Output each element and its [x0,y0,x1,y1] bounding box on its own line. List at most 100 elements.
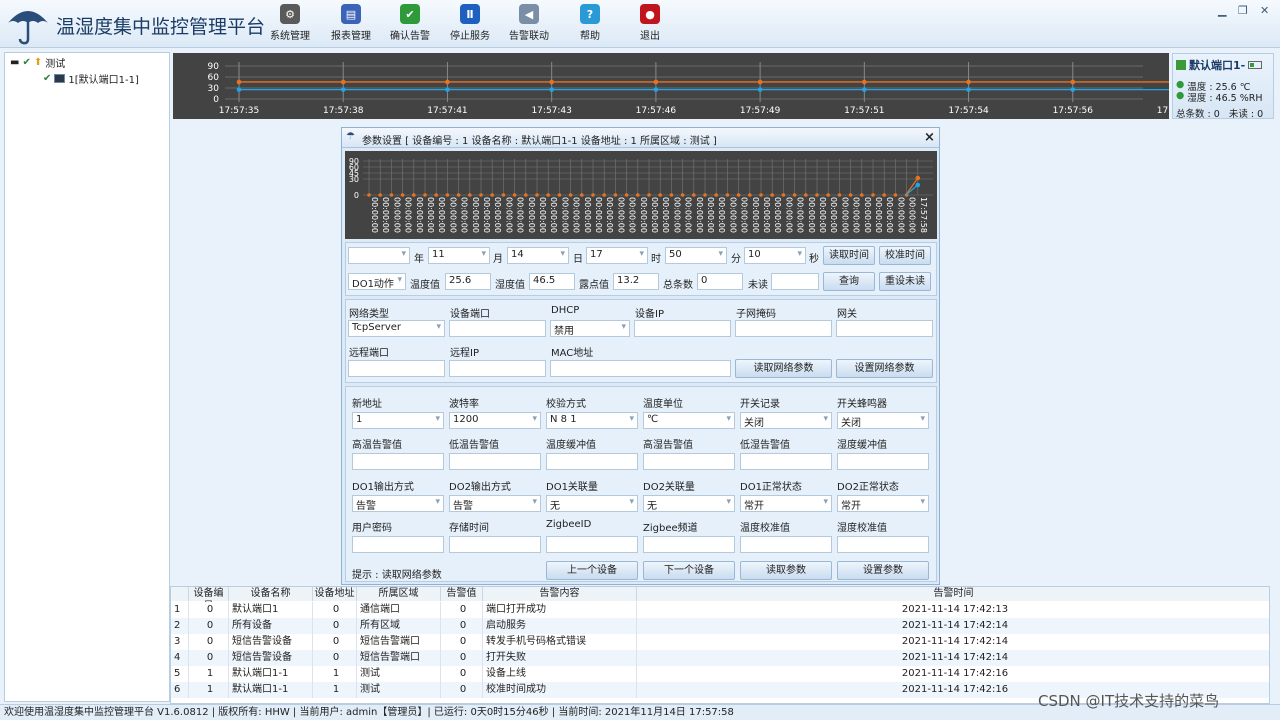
dew-value-label: 露点值 [579,280,609,291]
param-field[interactable] [643,453,735,470]
device-ip-label: 设备IP [635,309,664,320]
x-tick-label: 00:00:00 [560,197,569,233]
day-select[interactable]: 14 [507,247,569,264]
table-cell: 短信告警端口 [357,650,441,666]
tree-root[interactable]: ▬ ✔ ⬆ 测试 [10,55,65,70]
device-ip-field[interactable] [634,320,731,337]
param-field[interactable] [837,453,929,470]
minimize-icon[interactable]: ▁ [1218,4,1226,17]
param-field[interactable] [643,536,735,553]
param-field[interactable]: 无 [546,495,638,512]
param-field[interactable] [546,536,638,553]
collapse-icon[interactable]: ▬ [10,57,19,68]
close-window-icon[interactable]: ✕ [1260,4,1269,17]
read-time-button[interactable]: 读取时间 [823,246,875,265]
param-field[interactable] [449,536,541,553]
hour-select[interactable]: 17 [586,247,648,264]
column-header[interactable]: 所属区域 [357,587,441,601]
column-header[interactable]: 告警内容 [483,587,637,601]
table-row[interactable]: 3 0 短信告警设备 0 短信告警端口 0 转发手机号码格式错误 2021-11-14 17:… [171,634,1269,650]
year-select[interactable] [348,247,410,264]
unread-field[interactable] [771,273,819,290]
report-button[interactable]: ▤ 报表管理 [325,4,377,42]
hint-text: 提示 : 读取网络参数 [352,570,442,581]
speaker-button[interactable]: ◀ 告警联动 [503,4,555,42]
param-field[interactable]: 1 [352,412,444,429]
calibrate-time-button[interactable]: 校准时间 [879,246,931,265]
x-tick-label: 00:00:00 [516,197,525,233]
tree-device[interactable]: ✔ 1[默认端口1-1] [43,71,139,86]
pause-button[interactable]: Ⅱ 停止服务 [444,4,496,42]
column-header[interactable]: 告警时间 [637,587,1269,601]
x-tick-label: 17:57:56 [1053,106,1094,116]
hum-value-field[interactable]: 46.5 [529,273,575,290]
net-type-select[interactable]: TcpServer [348,320,445,337]
table-cell: 6 [171,682,189,698]
table-cell: 测试 [357,682,441,698]
reset-unread-button[interactable]: 重设未读 [879,272,931,291]
query-button[interactable]: 查询 [823,272,875,291]
restore-icon[interactable]: ❐ [1238,4,1248,17]
data-point [915,175,921,181]
param-field[interactable]: 关闭 [837,412,929,429]
param-field[interactable]: 常开 [837,495,929,512]
total-count-field[interactable]: 0 [697,273,743,290]
mac-field[interactable] [550,360,731,377]
prev-device-button[interactable]: 上一个设备 [546,561,638,580]
do1-action-select[interactable]: DO1动作 [348,273,406,290]
param-field[interactable] [352,536,444,553]
mac-label: MAC地址 [551,348,594,359]
param-field[interactable]: 常开 [740,495,832,512]
param-field[interactable]: N 8 1 [546,412,638,429]
second-select[interactable]: 10 [744,247,806,264]
column-header[interactable] [171,587,189,601]
dhcp-select[interactable]: 禁用 [550,320,630,337]
table-row[interactable]: 1 0 默认端口1 0 通信端口 0 端口打开成功 2021-11-14 17:42:13 [171,602,1269,618]
param-field[interactable] [740,453,832,470]
gateway-field[interactable] [836,320,933,337]
minute-select[interactable]: 50 [665,247,727,264]
exit-button[interactable]: ● 退出 [624,4,676,42]
column-header[interactable]: 设备名称 [229,587,313,601]
param-field[interactable] [837,536,929,553]
param-label: 校验方式 [546,399,586,410]
param-field[interactable]: 关闭 [740,412,832,429]
remote-port-field[interactable] [348,360,445,377]
temp-value-field[interactable]: 25.6 [445,273,491,290]
x-tick-label: 00:00:00 [460,197,469,233]
dew-value-field[interactable]: 13.2 [613,273,659,290]
subnet-mask-field[interactable] [735,320,832,337]
device-card[interactable]: 默认端口1- ● 温度 : 25.6 ℃ ● 湿度 : 46.5 %RH 总条数 :… [1172,53,1274,120]
remote-ip-field[interactable] [449,360,546,377]
table-row[interactable]: 2 0 所有设备 0 所有区域 0 启动服务 2021-11-14 17:42:14 [171,618,1269,634]
param-field[interactable] [449,453,541,470]
param-field[interactable]: 1200 [449,412,541,429]
param-field[interactable] [352,453,444,470]
read-params-button[interactable]: 读取参数 [740,561,832,580]
gear-button[interactable]: ⚙ 系统管理 [264,4,316,42]
param-label: 用户密码 [352,523,392,534]
set-params-button[interactable]: 设置参数 [837,561,929,580]
param-field[interactable]: ℃ [643,412,735,429]
param-field[interactable] [546,453,638,470]
check-button[interactable]: ✔ 确认告警 [384,4,436,42]
exit-icon: ● [640,4,660,24]
column-header[interactable]: 设备地址 [313,587,357,601]
history-chart-panel: 90 60 45 30 0 00:00:00 00:00:00 00:00:00 00:00:0… [345,151,937,239]
month-select[interactable]: 11 [428,247,490,264]
param-field[interactable]: 无 [643,495,735,512]
column-header[interactable]: 设备编号 [189,587,229,612]
next-device-button[interactable]: 下一个设备 [643,561,735,580]
table-row[interactable]: 5 1 默认端口1-1 1 测试 0 设备上线 2021-11-14 17:42:16 [171,666,1269,682]
dialog-close-button[interactable]: × [924,130,935,145]
net-type-label: 网络类型 [349,309,389,320]
param-field[interactable]: 告警 [449,495,541,512]
device-port-field[interactable] [449,320,546,337]
table-row[interactable]: 4 0 短信告警设备 0 短信告警端口 0 打开失败 2021-11-14 17:42:14 [171,650,1269,666]
param-field[interactable]: 告警 [352,495,444,512]
read-network-button[interactable]: 读取网络参数 [735,359,832,378]
set-network-button[interactable]: 设置网络参数 [836,359,933,378]
column-header[interactable]: 告警值 [441,587,483,601]
param-field[interactable] [740,536,832,553]
help-button[interactable]: ? 帮助 [564,4,616,42]
